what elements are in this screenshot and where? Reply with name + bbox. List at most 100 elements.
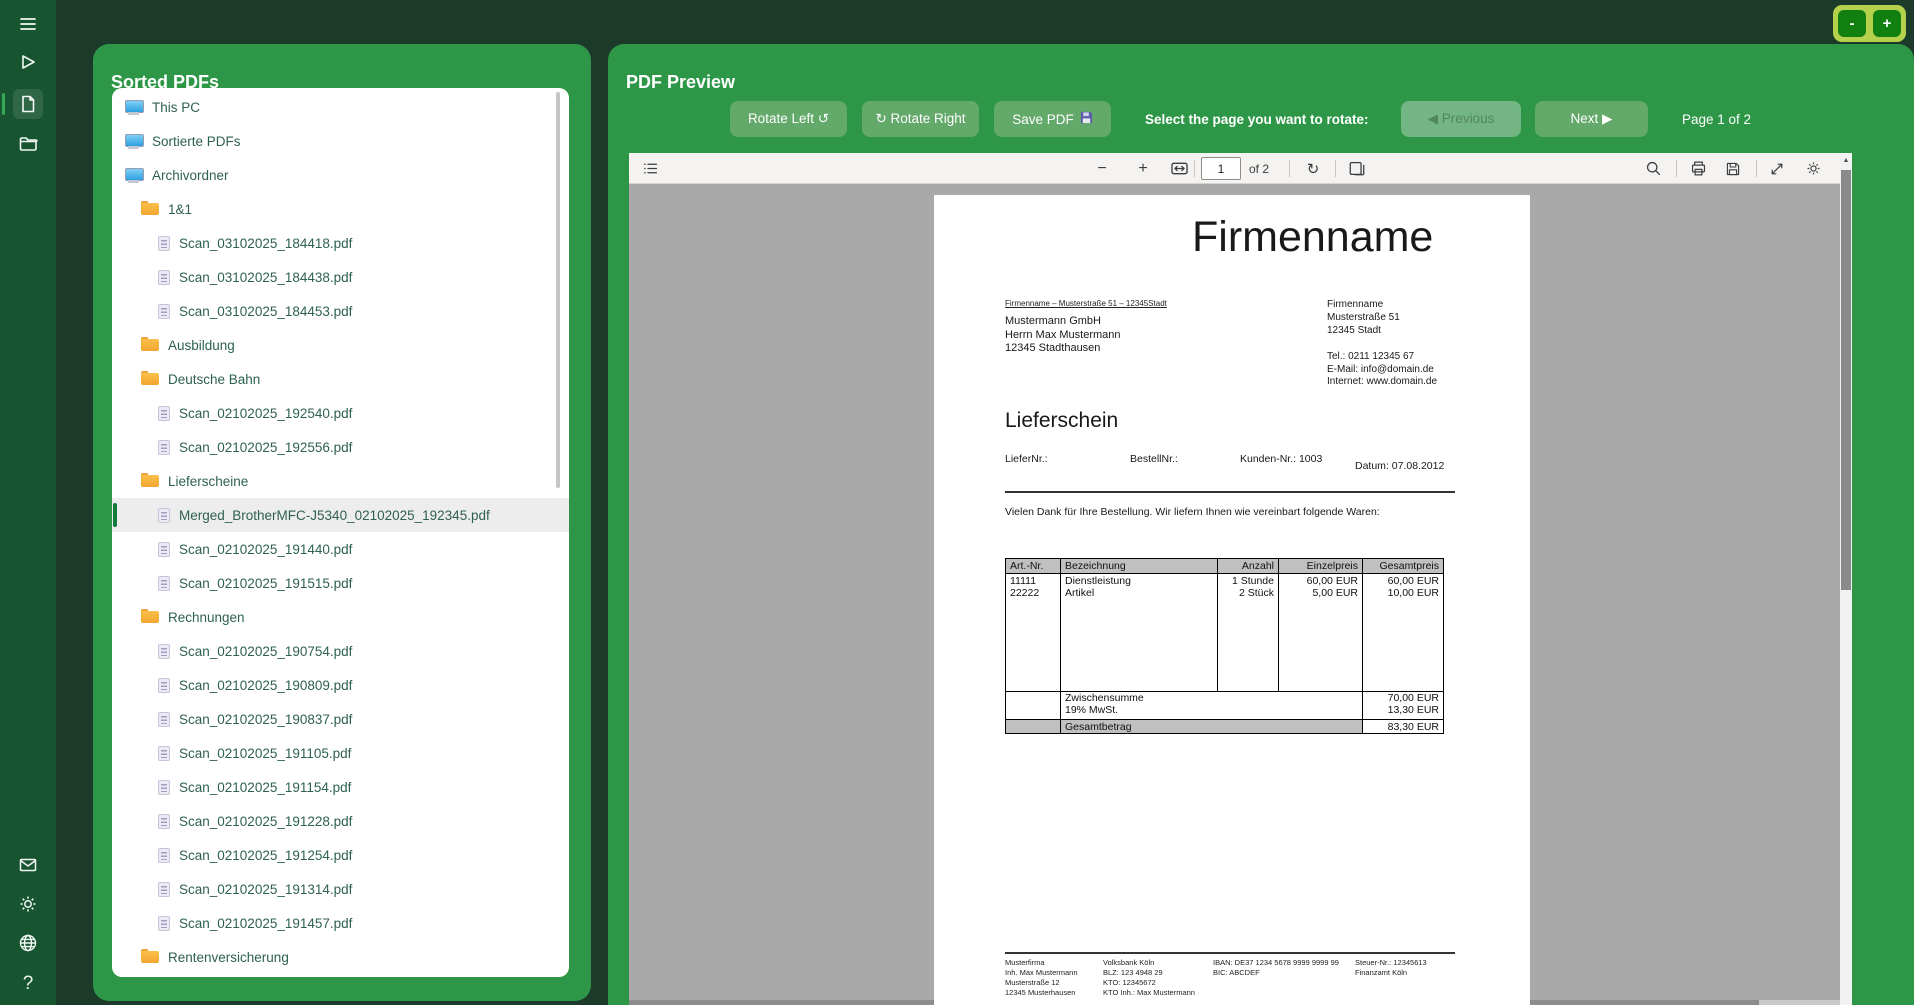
doc-heading: Lieferschein xyxy=(1005,409,1118,433)
scroll-up-icon[interactable]: ▲ xyxy=(1840,157,1852,164)
viewer-scrollbar-thumb[interactable] xyxy=(1841,170,1851,590)
doc-footer-col: Volksbank KölnBLZ: 123 4948 29KTO: 12345… xyxy=(1103,958,1195,998)
toolbar-divider xyxy=(1676,160,1677,177)
settings-gear-icon[interactable] xyxy=(1801,153,1825,184)
tree-item-label: Lieferscheine xyxy=(168,474,248,489)
tree-item-file[interactable]: Scan_02102025_191254.pdf xyxy=(112,838,569,872)
page-indicator: Page 1 of 2 xyxy=(1682,101,1751,137)
fullscreen-icon[interactable] xyxy=(1765,153,1789,184)
mail-icon[interactable] xyxy=(13,850,43,880)
tree-item-root[interactable]: Sortierte PDFs xyxy=(112,124,569,158)
tree-item-folder[interactable]: 1&1 xyxy=(112,192,569,226)
tree-item-label: Archivordner xyxy=(152,168,229,183)
zoom-out-icon[interactable]: − xyxy=(1091,153,1113,184)
tree-item-file[interactable]: Scan_02102025_192540.pdf xyxy=(112,396,569,430)
globe-icon[interactable] xyxy=(13,928,43,958)
tree-item-file[interactable]: Scan_02102025_192556.pdf xyxy=(112,430,569,464)
file-icon xyxy=(158,508,170,523)
file-tree: This PC Sortierte PDFs Archivordner 1&1 Scan… xyxy=(112,88,569,977)
zoom-in-icon[interactable]: + xyxy=(1132,153,1154,184)
folder-icon xyxy=(141,474,159,488)
file-icon xyxy=(158,882,170,897)
previous-page-button[interactable]: ◀ Previous xyxy=(1401,101,1521,137)
zoom-in-button[interactable]: + xyxy=(1873,10,1901,37)
file-icon xyxy=(158,814,170,829)
pdf-viewer: − + of 2 ↻ xyxy=(629,153,1852,1005)
help-icon[interactable]: ? xyxy=(13,969,43,999)
tree-item-label: Deutsche Bahn xyxy=(168,372,260,387)
tree-item-file[interactable]: Scan_03102025_184453.pdf xyxy=(112,294,569,328)
tree-item-root[interactable]: Archivordner xyxy=(112,158,569,192)
tree-item-label: Scan_02102025_191314.pdf xyxy=(179,882,352,897)
tree-item-file[interactable]: Scan_02102025_191440.pdf xyxy=(112,532,569,566)
folder-icon xyxy=(141,950,159,964)
tree-item-folder[interactable]: Rentenversicherung xyxy=(112,940,569,974)
table-of-contents-icon[interactable] xyxy=(639,153,661,184)
page-count-label: of 2 xyxy=(1249,153,1269,184)
folder-icon xyxy=(141,610,159,624)
tree-item-file[interactable]: Merged_BrotherMFC-J5340_02102025_192345.… xyxy=(112,498,569,532)
save-pdf-button[interactable]: Save PDF xyxy=(994,101,1111,137)
file-icon xyxy=(158,916,170,931)
tree-scrollbar[interactable] xyxy=(556,92,560,488)
tree-item-file[interactable]: Scan_02102025_191105.pdf xyxy=(112,736,569,770)
doc-company-contact: Tel.: 0211 12345 67 E-Mail: info@domain.… xyxy=(1327,351,1437,389)
file-icon xyxy=(158,576,170,591)
tree-item-folder[interactable]: Ausbildung xyxy=(112,328,569,362)
tree-item-folder[interactable]: Deutsche Bahn xyxy=(112,362,569,396)
tree-item-label: Scan_03102025_184453.pdf xyxy=(179,304,352,319)
tree-item-label: 1&1 xyxy=(168,202,192,217)
tree-item-file[interactable]: Scan_02102025_190837.pdf xyxy=(112,702,569,736)
folder-icon[interactable] xyxy=(13,129,43,159)
tree-item-folder[interactable]: Rechnungen xyxy=(112,600,569,634)
tree-item-file[interactable]: Scan_02102025_191457.pdf xyxy=(112,906,569,940)
search-icon[interactable] xyxy=(1641,153,1665,184)
tree-item-label: Scan_03102025_184418.pdf xyxy=(179,236,352,251)
page-view-icon[interactable] xyxy=(1345,153,1369,184)
tree-item-file[interactable]: Scan_03102025_184418.pdf xyxy=(112,226,569,260)
page-number-input[interactable] xyxy=(1201,157,1241,180)
play-icon[interactable] xyxy=(13,47,43,77)
fit-to-width-icon[interactable] xyxy=(1167,153,1191,184)
preview-toolbar: Rotate Left ↺ ↻ Rotate Right Save PDF Se… xyxy=(608,101,1914,137)
tree-item-file[interactable]: Scan_02102025_191154.pdf xyxy=(112,770,569,804)
active-section-indicator xyxy=(2,93,5,115)
folder-icon xyxy=(141,202,159,216)
doc-recipient-block: Mustermann GmbH Herrn Max Mustermann 123… xyxy=(1005,315,1121,356)
tree-item-label: Scan_02102025_191515.pdf xyxy=(179,576,352,591)
tree-item-root[interactable]: This PC xyxy=(112,90,569,124)
doc-company-address: Firmenname Musterstraße 51 12345 Stadt xyxy=(1327,298,1400,337)
rotate-left-button[interactable]: Rotate Left ↺ xyxy=(730,101,847,137)
doc-field-kundennr: Kunden-Nr.: 1003 xyxy=(1240,453,1322,465)
gear-icon[interactable] xyxy=(13,889,43,919)
window-zoom-controls: - + xyxy=(1833,5,1906,42)
tree-item-file[interactable]: Scan_02102025_191515.pdf xyxy=(112,566,569,600)
tree-item-label: This PC xyxy=(152,100,200,115)
menu-icon[interactable] xyxy=(13,9,43,39)
tree-item-file[interactable]: Scan_02102025_191314.pdf xyxy=(112,872,569,906)
tree-item-file[interactable]: Scan_02102025_190754.pdf xyxy=(112,634,569,668)
floppy-icon xyxy=(1080,111,1093,127)
tree-item-folder[interactable]: Lieferscheine xyxy=(112,464,569,498)
file-icon xyxy=(158,712,170,727)
rotate-page-icon[interactable]: ↻ xyxy=(1301,153,1325,184)
tree-item-file[interactable]: Scan_03102025_184438.pdf xyxy=(112,260,569,294)
tree-item-file[interactable]: Scan_02102025_191228.pdf xyxy=(112,804,569,838)
viewer-scrollbar[interactable]: ▲ xyxy=(1840,153,1852,1005)
document-icon[interactable] xyxy=(13,89,43,119)
doc-company-title: Firmenname xyxy=(1192,213,1433,262)
doc-sender-line: Firmenname – Musterstraße 51 – 12345Stad… xyxy=(1005,299,1167,308)
next-page-button[interactable]: Next ▶ xyxy=(1535,101,1648,137)
tree-item-label: Scan_02102025_191254.pdf xyxy=(179,848,352,863)
doc-field-liefernr: LieferNr.: xyxy=(1005,453,1048,465)
rotate-right-button[interactable]: ↻ Rotate Right xyxy=(862,101,979,137)
tree-item-file[interactable]: Scan_02102025_190809.pdf xyxy=(112,668,569,702)
toolbar-divider xyxy=(1289,160,1290,177)
file-icon xyxy=(158,304,170,319)
save-icon[interactable] xyxy=(1721,153,1745,184)
computer-icon xyxy=(125,100,143,115)
doc-field-datum: Datum: 07.08.2012 xyxy=(1355,460,1444,472)
zoom-out-button[interactable]: - xyxy=(1838,10,1866,37)
print-icon[interactable] xyxy=(1686,153,1710,184)
doc-divider xyxy=(1005,491,1455,493)
